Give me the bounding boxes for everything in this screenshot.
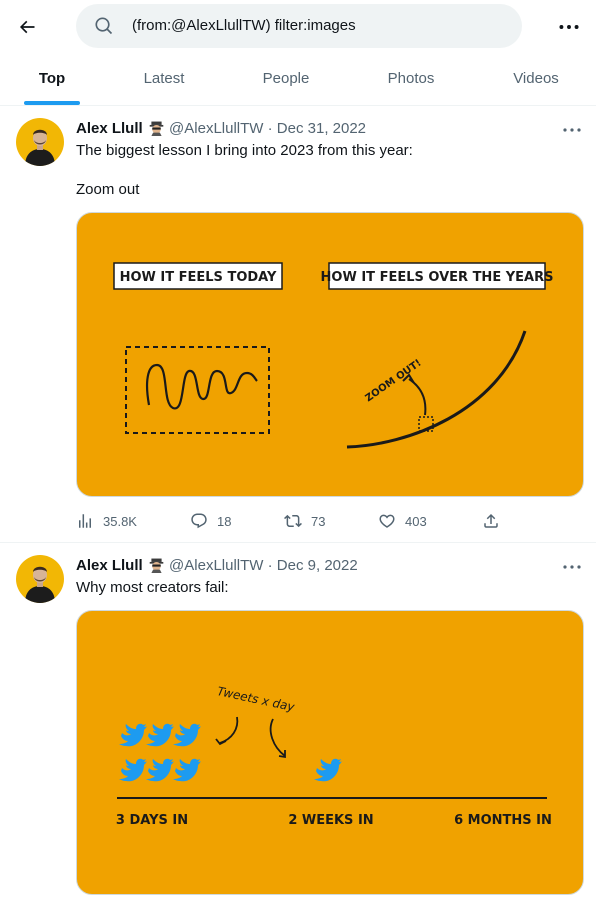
spy-emoji-icon [149, 121, 164, 136]
share-button[interactable] [482, 512, 500, 530]
reply-count: 18 [217, 513, 232, 529]
tab-latest[interactable]: Latest [110, 52, 218, 105]
tab-people[interactable]: People [230, 52, 342, 105]
retweet-button[interactable]: 73 [284, 512, 325, 530]
like-button[interactable]: 403 [378, 512, 427, 530]
bird-icon [173, 758, 201, 782]
bird-icon [173, 723, 201, 747]
spy-emoji-icon [149, 558, 164, 573]
arrow-right [269, 718, 286, 757]
retweet-count: 73 [311, 513, 326, 529]
squiggle-line [146, 363, 258, 410]
tweet-more-icon[interactable] [560, 557, 584, 577]
milestone-label: 3 DAYS IN [116, 813, 188, 828]
back-arrow-icon[interactable] [10, 10, 44, 44]
tweet-date[interactable]: Dec 31, 2022 [277, 120, 366, 137]
zoom-out-annotation: ZOOM OUT! [364, 358, 424, 405]
tab-label: Top [38, 70, 66, 87]
tweet-text-line: Zoom out [76, 181, 140, 198]
search-input[interactable]: (from:@AlexLlullTW) filter:images [76, 4, 522, 48]
reply-button[interactable]: 18 [190, 512, 231, 530]
avatar[interactable] [16, 555, 64, 603]
bird-icon [146, 758, 174, 782]
views-count: 35.8K [103, 513, 137, 529]
zoom-arrow [408, 378, 427, 416]
bird-icon [119, 723, 147, 747]
tab-top[interactable]: Top [0, 52, 104, 105]
tweet-header: Alex Llull @AlexLlullTW · Dec 9, 2022 [76, 556, 358, 574]
tweet-date[interactable]: Dec 9, 2022 [277, 557, 358, 574]
views-button[interactable]: 35.8K [76, 512, 137, 530]
share-icon [484, 513, 498, 528]
top-bar: (from:@AlexLlullTW) filter:images [0, 0, 596, 52]
tweet-text-line: The biggest lesson I bring into 2023 fro… [76, 142, 413, 159]
tweet-header: Alex Llull @AlexLlullTW · Dec 31, 2022 [76, 119, 366, 137]
tweet-more-icon[interactable] [560, 120, 584, 140]
milestone-label: 6 MONTHS IN [454, 813, 552, 828]
right-panel-label: HOW IT FEELS OVER THE YEARS [321, 270, 554, 285]
search-query[interactable]: (from:@AlexLlullTW) filter:images [132, 17, 356, 34]
arrow-left [219, 716, 239, 744]
tweet-image[interactable]: HOW IT FEELS TODAY HOW IT FEELS OVER THE… [76, 212, 584, 497]
milestone-label: 2 WEEKS IN [288, 813, 373, 828]
search-icon [95, 17, 113, 35]
tweet-image[interactable]: Tweets x day 3 DAYS IN 2 WEEKS IN 6 MONT… [76, 610, 584, 895]
tweet-actions: 35.8K 18 73 403 [76, 512, 506, 532]
tweet[interactable]: Alex Llull @AlexLlullTW · Dec 31, 2022 T… [0, 106, 596, 544]
author-name[interactable]: Alex Llull [76, 557, 143, 574]
tab-label: Videos [513, 70, 559, 87]
heart-icon [379, 514, 395, 528]
left-panel-label: HOW IT FEELS TODAY [120, 270, 277, 285]
bird-icon [314, 758, 342, 782]
retweet-icon [284, 514, 302, 528]
reply-icon [191, 513, 207, 529]
tab-label: Latest [143, 70, 185, 87]
author-handle[interactable]: @AlexLlullTW [169, 120, 263, 137]
active-tab-indicator [24, 101, 80, 105]
tab-videos[interactable]: Videos [480, 52, 592, 105]
search-tabs: Top Latest People Photos Videos [0, 52, 596, 106]
avatar[interactable] [16, 118, 64, 166]
more-options-icon[interactable] [556, 14, 582, 40]
tab-label: People [262, 70, 310, 87]
separator: · [267, 120, 273, 137]
author-handle[interactable]: @AlexLlullTW [169, 557, 263, 574]
bird-icon [119, 758, 147, 782]
like-count: 403 [405, 513, 427, 529]
tweet-text-line: Why most creators fail: [76, 579, 229, 596]
bird-icon [146, 723, 174, 747]
views-icon [79, 514, 91, 528]
tab-photos[interactable]: Photos [356, 52, 466, 105]
tweet[interactable]: Alex Llull @AlexLlullTW · Dec 9, 2022 Wh… [0, 543, 596, 904]
tweets-per-day-annotation: Tweets x day [216, 684, 297, 714]
tab-label: Photos [387, 70, 435, 87]
separator: · [267, 557, 273, 574]
author-name[interactable]: Alex Llull [76, 120, 143, 137]
